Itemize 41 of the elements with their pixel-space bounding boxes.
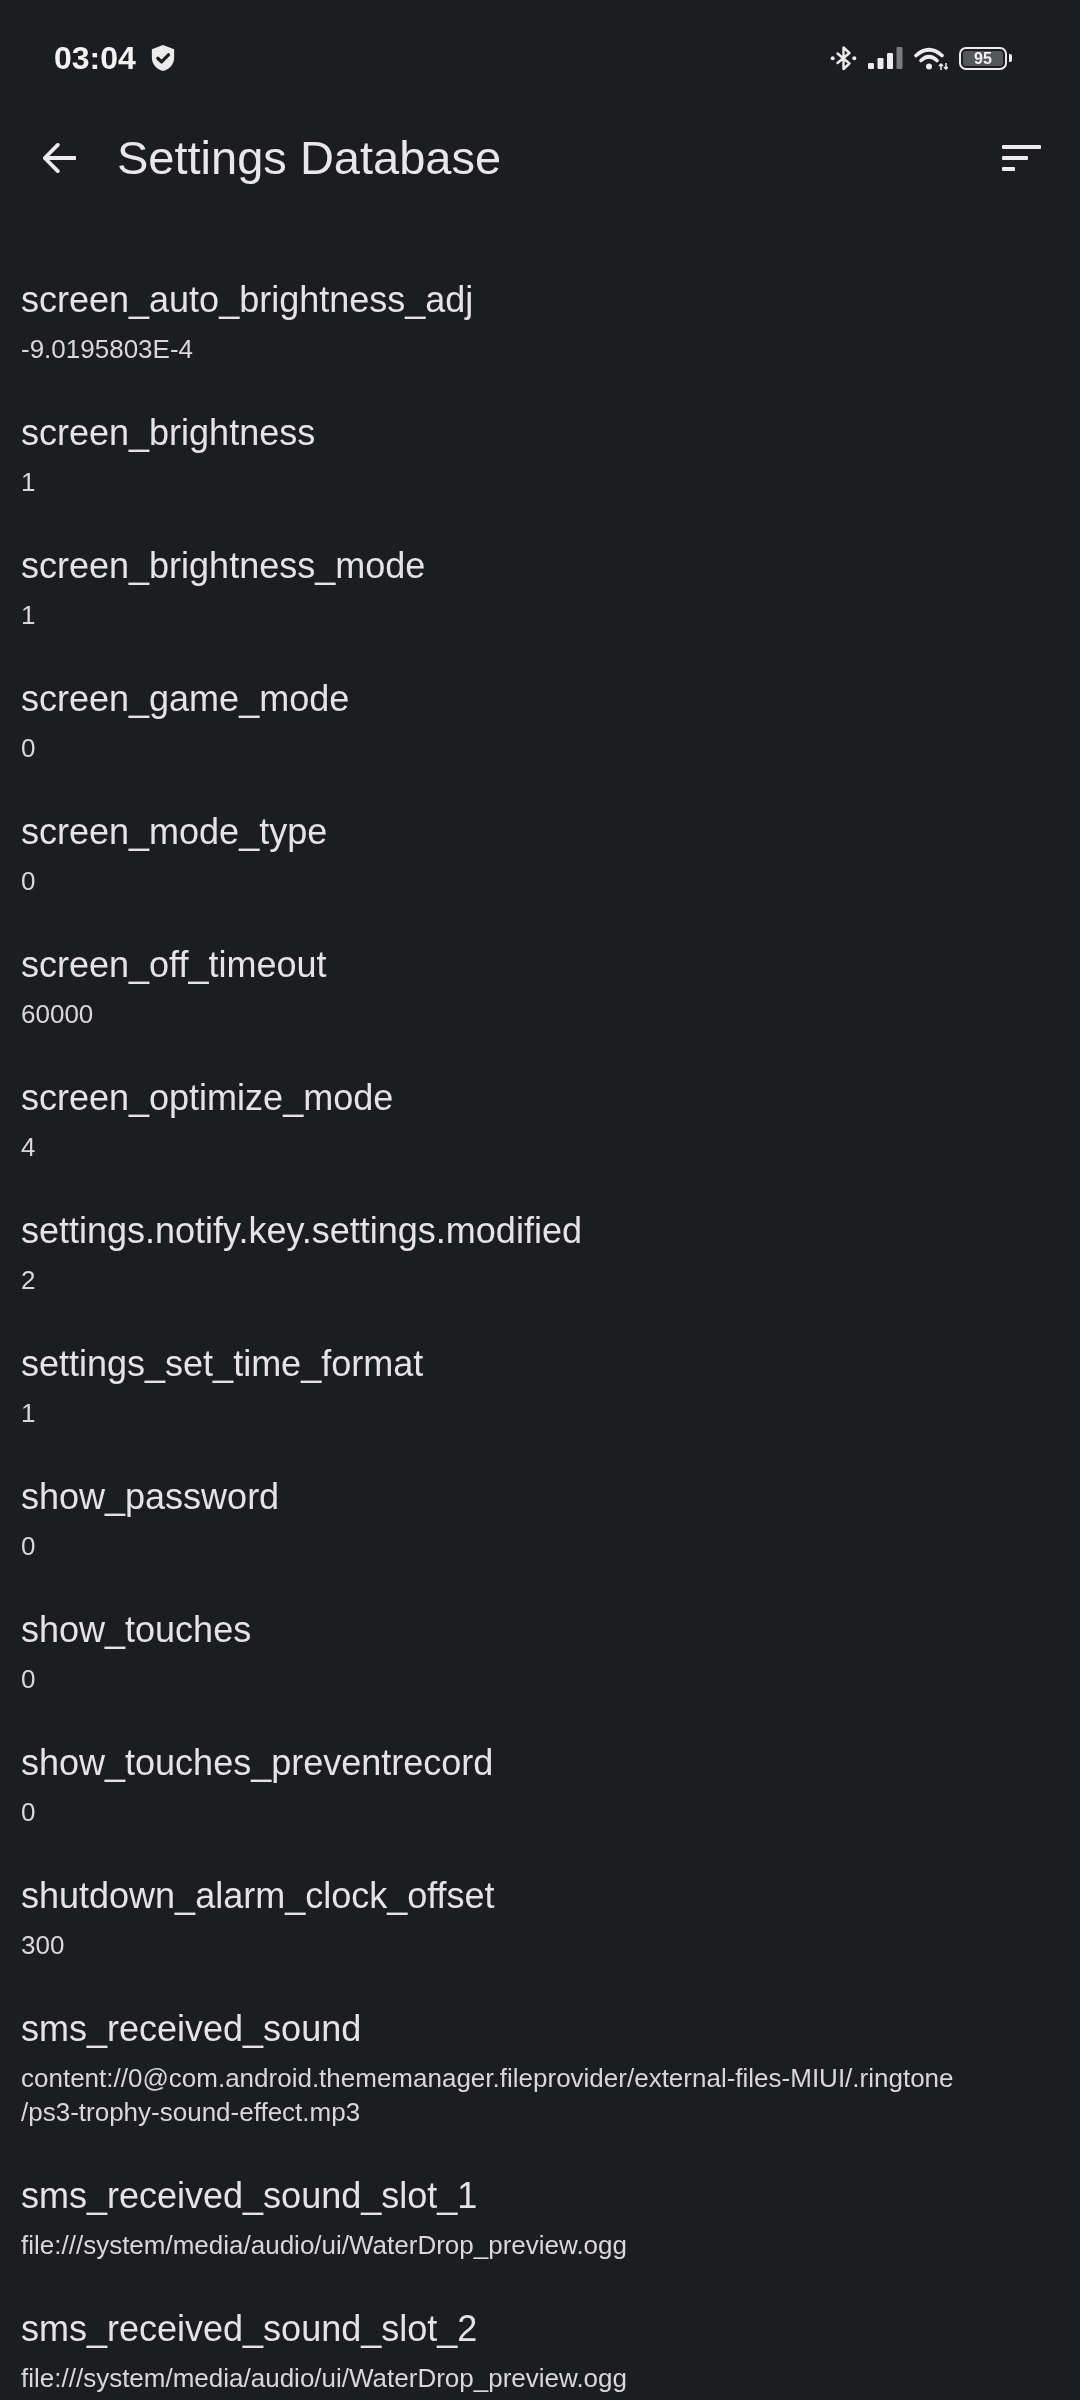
setting-value: 1 — [21, 466, 37, 499]
setting-value: 0 — [21, 1796, 37, 1829]
shield-check-icon — [149, 45, 176, 71]
setting-value: 0 — [21, 1663, 37, 1696]
setting-value: 1 — [21, 599, 37, 632]
setting-value: file:///system/media/audio/ui/WaterDrop_preview.ogg — [21, 2229, 628, 2262]
setting-key: settings_set_time_format — [21, 1342, 1060, 1386]
screen-title: Settings Database — [117, 130, 503, 186]
setting-value: 4 — [21, 1131, 37, 1164]
setting-key: screen_optimize_mode — [21, 1076, 1060, 1120]
setting-value: 300 — [21, 1929, 66, 1962]
setting-key: screen_mode_type — [21, 810, 1060, 854]
setting-value: -9.0195803E-4 — [21, 333, 195, 366]
setting-key: show_touches — [21, 1608, 1060, 1652]
setting-key: sms_received_sound_slot_1 — [21, 2174, 1060, 2218]
setting-value: 2 — [21, 1264, 37, 1297]
setting-key: screen_off_timeout — [21, 943, 1060, 987]
setting-key: screen_brightness — [21, 411, 1060, 455]
setting-key: show_touches_preventrecord — [21, 1741, 1060, 1785]
setting-key: screen_game_mode — [21, 677, 1060, 721]
clock-time: 03:04 — [54, 40, 136, 76]
setting-value: 0 — [21, 1530, 37, 1563]
setting-key: settings.notify.key.settings.modified — [21, 1209, 1060, 1253]
setting-key: screen_brightness_mode — [21, 544, 1060, 588]
setting-key: sms_received_sound — [21, 2007, 1060, 2051]
back-icon[interactable] — [43, 143, 76, 173]
signal-icon — [868, 47, 903, 69]
setting-value: 1 — [21, 1397, 37, 1430]
bluetooth-icon — [830, 45, 857, 71]
setting-key: sms_received_sound_slot_2 — [21, 2307, 1060, 2351]
setting-value: 0 — [21, 732, 37, 765]
setting-key: screen_auto_brightness_adj — [21, 278, 1060, 322]
setting-value: 60000 — [21, 998, 95, 1031]
setting-value: content://0@com.android.thememanager.fileprovider/external-files-MIUI/.ringtone /ps3-trophy-sound-effect.mp3 — [21, 2062, 955, 2129]
setting-key: shutdown_alarm_clock_offset — [21, 1874, 1060, 1918]
setting-key: show_password — [21, 1475, 1060, 1519]
setting-value: file:///system/media/audio/ui/WaterDrop_preview.ogg — [21, 2362, 628, 2395]
battery-percent: 95 — [963, 50, 1003, 66]
wifi-icon — [914, 46, 948, 70]
setting-value: 0 — [21, 865, 37, 898]
sort-icon[interactable] — [1002, 145, 1041, 171]
